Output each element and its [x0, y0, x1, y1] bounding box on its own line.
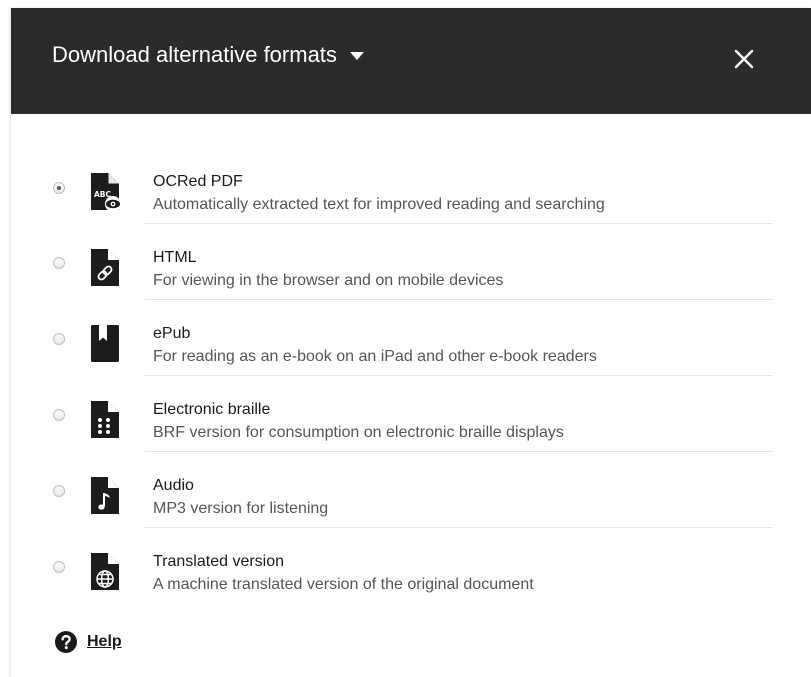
format-option-braille[interactable]: Electronic braille BRF version for consu… — [11, 376, 811, 452]
format-radio[interactable] — [53, 333, 65, 345]
html-link-icon — [91, 249, 119, 286]
epub-bookmark-icon — [91, 325, 119, 362]
format-title: HTML — [153, 249, 197, 266]
help-section: Help — [55, 631, 122, 653]
close-button[interactable] — [732, 47, 756, 71]
format-option-translated[interactable]: Translated version A machine translated … — [11, 528, 811, 604]
format-title: Electronic braille — [153, 401, 271, 418]
help-link[interactable]: Help — [87, 633, 122, 651]
format-description: For reading as an e-book on an iPad and … — [153, 348, 597, 365]
dialog-title-dropdown[interactable]: Download alternative formats — [52, 41, 364, 69]
download-formats-dialog: Download alternative formats ABC OCRed P… — [11, 8, 811, 677]
caret-down-icon — [349, 52, 364, 60]
format-description: A machine translated version of the orig… — [153, 576, 534, 593]
format-radio[interactable] — [53, 257, 65, 269]
format-radio[interactable] — [53, 561, 65, 573]
format-title: OCRed PDF — [153, 173, 243, 190]
format-option-html[interactable]: HTML For viewing in the browser and on m… — [11, 224, 811, 300]
format-title: Audio — [153, 477, 194, 494]
audio-note-icon — [91, 477, 119, 514]
format-option-epub[interactable]: ePub For reading as an e-book on an iPad… — [11, 300, 811, 376]
format-radio[interactable] — [53, 182, 65, 194]
page-left-edge — [0, 0, 11, 677]
format-title: Translated version — [153, 553, 285, 570]
format-radio[interactable] — [53, 485, 65, 497]
format-radio[interactable] — [53, 409, 65, 421]
format-list: ABC OCRed PDF Automatically extracted te… — [11, 148, 811, 604]
ocr-pdf-icon: ABC — [91, 173, 121, 212]
help-icon[interactable] — [55, 631, 77, 653]
format-description: MP3 version for listening — [153, 500, 329, 517]
format-title: ePub — [153, 325, 191, 342]
dialog-header: Download alternative formats — [11, 8, 811, 114]
format-description: BRF version for consumption on electroni… — [153, 424, 564, 441]
page-top-edge — [0, 0, 811, 8]
format-option-audio[interactable]: Audio MP3 version for listening — [11, 452, 811, 528]
format-option-ocred-pdf[interactable]: ABC OCRed PDF Automatically extracted te… — [11, 148, 811, 224]
translate-globe-icon — [91, 553, 119, 590]
dialog-title: Download alternative formats — [52, 42, 337, 67]
format-description: For viewing in the browser and on mobile… — [153, 272, 504, 289]
format-description: Automatically extracted text for improve… — [153, 196, 605, 213]
close-icon — [734, 49, 754, 69]
braille-icon — [91, 401, 119, 438]
